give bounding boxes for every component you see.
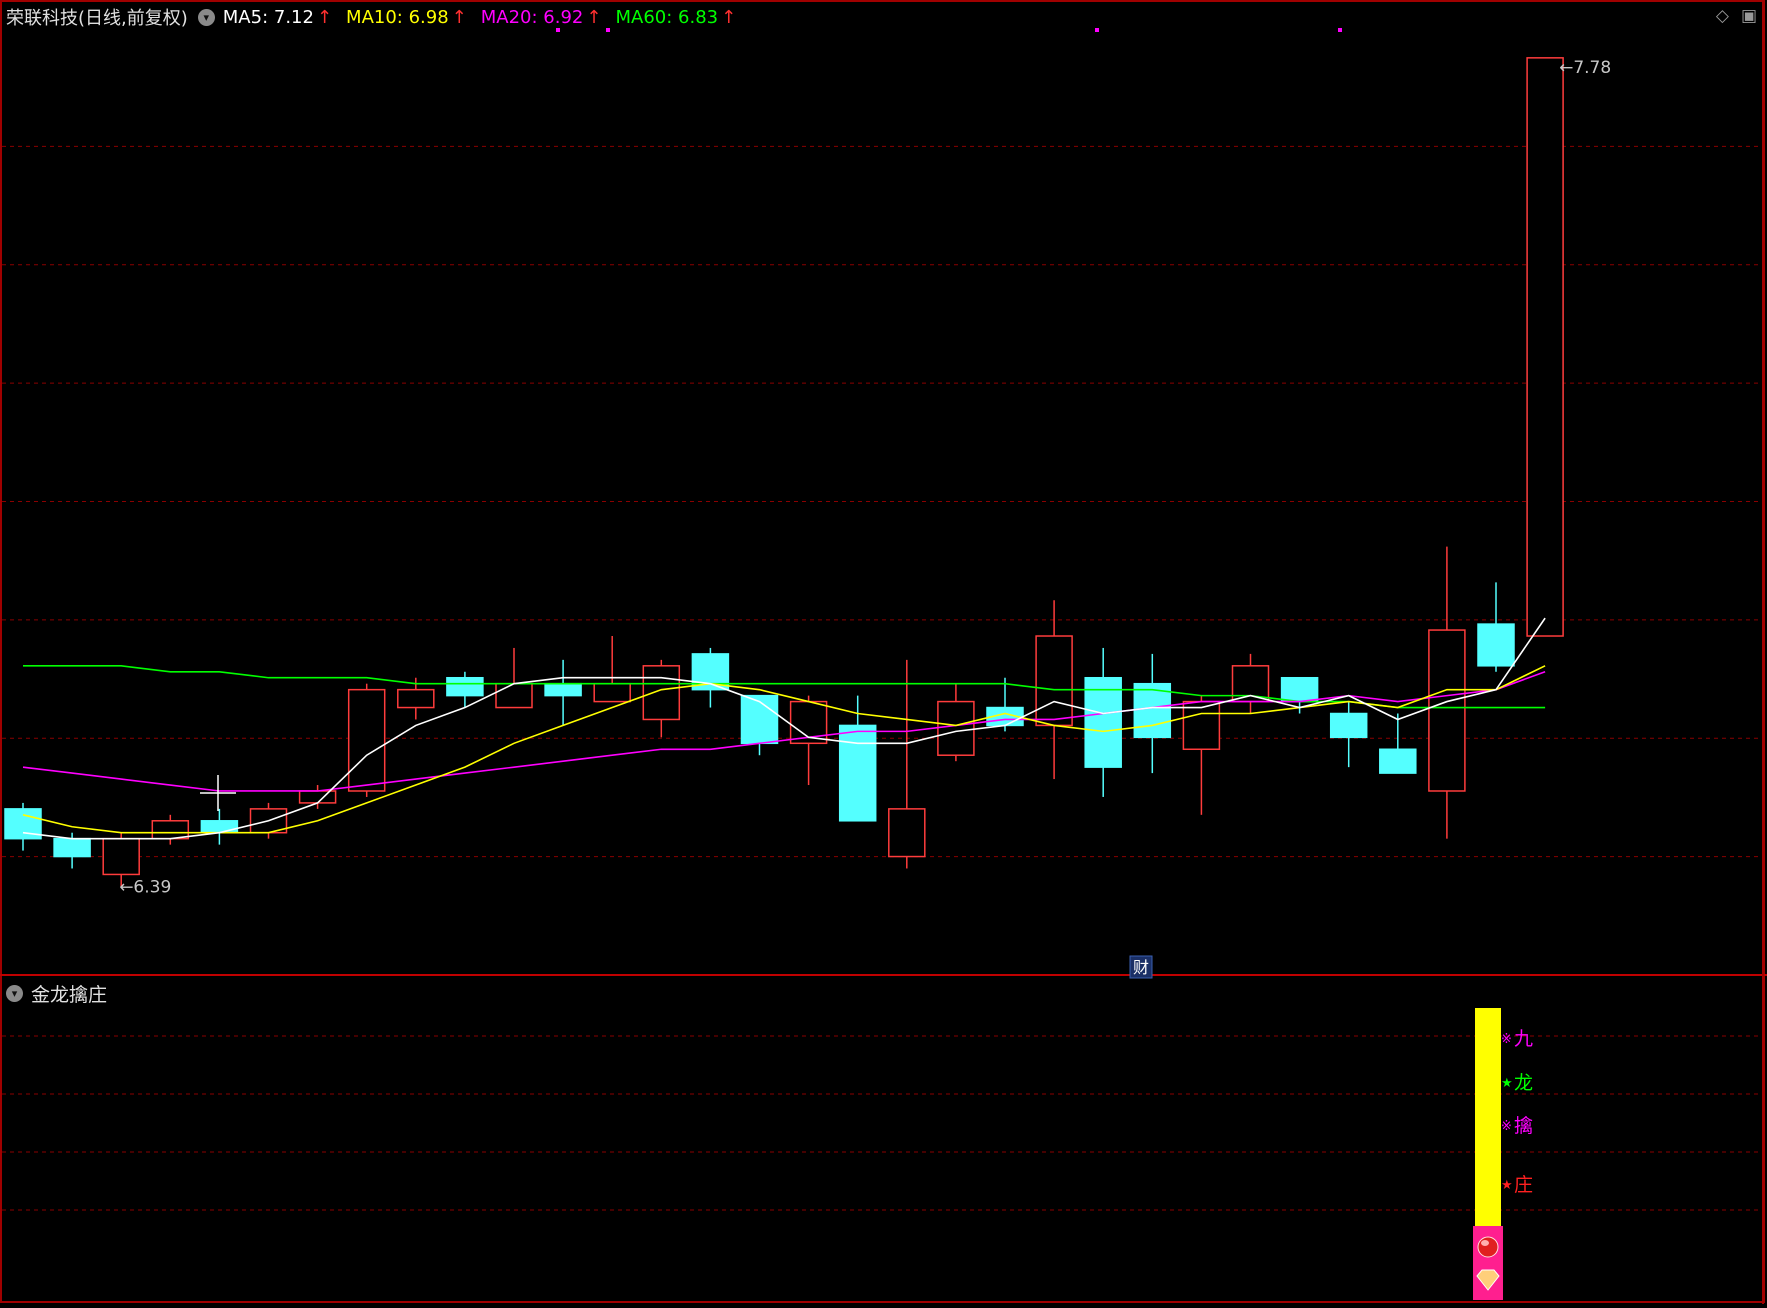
window-icon[interactable]: ▣ — [1741, 6, 1757, 26]
signal-marker: ※ — [1501, 1119, 1512, 1134]
annotations-group: ←7.78 ←6.39 财 — [119, 28, 1611, 979]
top-right-toolbar: ◇ ▣ — [1716, 6, 1757, 26]
chart-stage: ←7.78 ←6.39 财 ※ 九 ★ 龙 ※ 擒 ★ 庄 荣联科技(日线,前复权) ▾ MA5:… — [0, 0, 1767, 1304]
ball-highlight — [1481, 1240, 1489, 1246]
candle[interactable] — [1477, 582, 1515, 672]
candle-body — [298, 790, 337, 804]
signal-dot — [1338, 28, 1342, 32]
candle-body — [397, 688, 435, 709]
signal-label: 庄 — [1514, 1174, 1533, 1196]
indicator-legend: MA5: 7.12 ↑ MA10: 6.98 ↑ MA20: 6.92 ↑ MA60: 6.… — [223, 7, 750, 28]
candle[interactable] — [1379, 713, 1417, 774]
chevron-down-icon[interactable]: ▾ — [197, 8, 215, 26]
candle-body — [102, 837, 140, 876]
up-arrow-icon: ↑ — [586, 6, 602, 28]
signal-marker: ★ — [1501, 1076, 1513, 1091]
diamond-icon[interactable]: ◇ — [1716, 6, 1729, 26]
candle-body — [151, 820, 190, 840]
legend-ma-0: MA5: 7.12 ↑ — [222, 6, 333, 28]
candle-body — [1526, 57, 1564, 637]
candle-body — [740, 694, 779, 745]
candle-body — [642, 665, 681, 721]
signal-label: 九 — [1514, 1028, 1533, 1050]
legend-ma-1: MA10: 6.98 ↑ — [346, 6, 467, 28]
sub-panel-header: ▾ 金龙擒庄 — [6, 980, 107, 1006]
candle[interactable] — [1231, 653, 1270, 714]
high-price-label: ←7.78 — [1559, 58, 1611, 78]
candle[interactable] — [347, 683, 386, 797]
chart-header: 荣联科技(日线,前复权) ▾ MA5: 7.12 ↑ MA10: 6.98 ↑ MA20… — [6, 4, 750, 30]
sub-panel-title: 金龙擒庄 — [31, 983, 108, 1006]
candle[interactable] — [1329, 701, 1368, 768]
candle-body — [53, 837, 91, 858]
candle[interactable] — [200, 808, 239, 845]
fin-badge-label: 财 — [1133, 958, 1149, 977]
up-arrow-icon: ↑ — [721, 6, 737, 28]
candle[interactable] — [1428, 546, 1466, 839]
candle[interactable] — [495, 647, 533, 709]
chevron-down-icon[interactable]: ▾ — [6, 984, 23, 1002]
candle-body — [1035, 635, 1073, 727]
candle[interactable] — [888, 659, 926, 869]
candle[interactable] — [4, 802, 42, 851]
chart-title: 荣联科技(日线,前复权) — [6, 8, 188, 29]
candle[interactable] — [544, 659, 582, 726]
ma5-line — [22, 617, 1546, 840]
ball-icon — [1477, 1236, 1499, 1258]
candle-body — [1084, 676, 1122, 768]
candle[interactable] — [593, 636, 631, 703]
candle-body — [1182, 700, 1221, 751]
low-price-label: ←6.39 — [119, 877, 171, 897]
candle[interactable] — [1526, 57, 1564, 637]
signal-dot — [1095, 28, 1099, 32]
candle-body — [593, 682, 631, 703]
candle-body — [1329, 712, 1368, 739]
signal-marker: ★ — [1501, 1178, 1513, 1193]
candle-body — [200, 820, 239, 834]
candle-body — [937, 700, 975, 756]
candle[interactable] — [740, 694, 779, 756]
candles-group[interactable] — [4, 57, 1564, 887]
candle[interactable] — [691, 647, 730, 708]
candle-body — [495, 682, 533, 709]
signal-label: 擒 — [1514, 1115, 1533, 1137]
signal-bar — [1475, 1008, 1501, 1226]
up-arrow-icon: ↑ — [451, 6, 467, 28]
candle[interactable] — [789, 695, 828, 786]
signal-marker: ※ — [1501, 1032, 1512, 1047]
candle[interactable] — [642, 659, 681, 738]
candle-body — [544, 682, 582, 697]
candle-body — [347, 688, 386, 792]
ma-lines-group — [22, 617, 1546, 840]
sub-panel-group: ※ 九★ 龙※ 擒★ 庄 — [1473, 1008, 1533, 1300]
candle-body — [1477, 623, 1515, 667]
candle[interactable] — [1133, 653, 1172, 774]
main-grid — [2, 145, 1761, 858]
candle-body — [888, 808, 926, 858]
signal-label: 龙 — [1514, 1072, 1533, 1094]
legend-ma-3: MA60: 6.83 ↑ — [615, 6, 737, 28]
candle-body — [838, 724, 877, 822]
candle-body — [1428, 629, 1466, 792]
candle[interactable] — [298, 785, 337, 809]
legend-ma-2: MA20: 6.92 ↑ — [480, 6, 602, 28]
candle[interactable] — [1084, 647, 1122, 797]
kline-chart-svg[interactable]: ←7.78←6.39财 ※ 九★ 龙※ 擒★ 庄 — [0, 0, 1767, 1304]
up-arrow-icon: ↑ — [316, 6, 333, 28]
candle-body — [446, 676, 484, 697]
candle-body — [1280, 676, 1319, 703]
candle-body — [1379, 748, 1417, 774]
candle[interactable] — [151, 814, 190, 845]
